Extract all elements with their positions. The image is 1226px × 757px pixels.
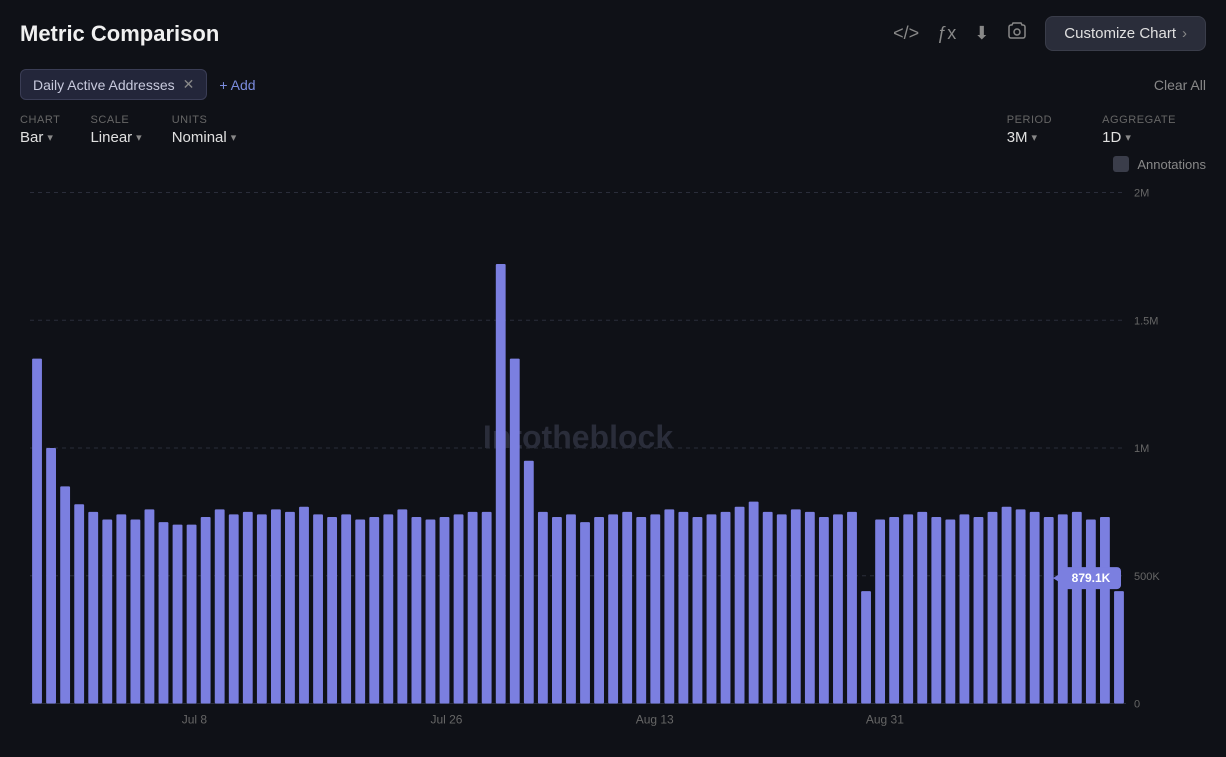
svg-text:500K: 500K — [1134, 571, 1160, 583]
svg-text:Jul 8: Jul 8 — [182, 713, 208, 727]
svg-text:Aug 13: Aug 13 — [636, 713, 674, 727]
period-control: PERIOD 3M ▾ — [1007, 114, 1052, 146]
svg-text:0: 0 — [1134, 699, 1140, 711]
bar-chart: 0500K1M1.5M2MIntotheblockJul 8Jul 26Aug … — [20, 180, 1206, 746]
aggregate-select[interactable]: 1D ▾ — [1102, 129, 1176, 146]
svg-text:1M: 1M — [1134, 443, 1149, 455]
chevron-down-icon: ▾ — [1125, 131, 1131, 144]
chart-type-label: CHART — [20, 114, 60, 126]
units-label: UNITS — [172, 114, 237, 126]
aggregate-label: AGGREGATE — [1102, 114, 1176, 126]
code-icon[interactable]: </> — [893, 23, 919, 44]
add-metric-button[interactable]: + Add — [219, 77, 255, 93]
annotations-checkbox[interactable] — [1113, 156, 1129, 172]
chart-area: 0500K1M1.5M2MIntotheblockJul 8Jul 26Aug … — [20, 180, 1206, 746]
metrics-left: Daily Active Addresses ✕ + Add — [20, 69, 256, 100]
chevron-right-icon: › — [1182, 25, 1187, 42]
chart-type-select[interactable]: Bar ▾ — [20, 129, 60, 146]
svg-text:879.1K: 879.1K — [1072, 571, 1111, 585]
annotations-row: Annotations — [20, 156, 1206, 172]
scale-control: SCALE Linear ▾ — [90, 114, 141, 146]
function-icon[interactable]: ƒx — [937, 23, 956, 44]
header-actions: </> ƒx ⬇ Customize Chart › — [893, 16, 1206, 51]
chevron-down-icon: ▾ — [47, 131, 53, 144]
camera-icon[interactable] — [1007, 21, 1027, 46]
chevron-down-icon: ▾ — [136, 131, 142, 144]
header: Metric Comparison </> ƒx ⬇ Customize Cha… — [20, 16, 1206, 51]
svg-text:Aug 31: Aug 31 — [866, 713, 904, 727]
scale-select[interactable]: Linear ▾ — [90, 129, 141, 146]
aggregate-control: AGGREGATE 1D ▾ — [1102, 114, 1176, 146]
svg-text:1.5M: 1.5M — [1134, 315, 1158, 327]
page-title: Metric Comparison — [20, 21, 219, 47]
metrics-bar: Daily Active Addresses ✕ + Add Clear All — [20, 69, 1206, 100]
chevron-down-icon: ▾ — [231, 131, 237, 144]
svg-text:2M: 2M — [1134, 188, 1149, 200]
period-label: PERIOD — [1007, 114, 1052, 126]
metric-tag-close-icon[interactable]: ✕ — [183, 76, 195, 93]
chart-type-control: CHART Bar ▾ — [20, 114, 60, 146]
metric-tag-label: Daily Active Addresses — [33, 77, 175, 93]
units-control: UNITS Nominal ▾ — [172, 114, 237, 146]
clear-all-button[interactable]: Clear All — [1154, 77, 1206, 93]
svg-text:Jul 26: Jul 26 — [430, 713, 462, 727]
chart-svg-container: 0500K1M1.5M2MIntotheblockJul 8Jul 26Aug … — [20, 180, 1206, 746]
annotations-label: Annotations — [1137, 157, 1206, 172]
scale-label: SCALE — [90, 114, 141, 126]
chevron-down-icon: ▾ — [1032, 131, 1038, 144]
controls-bar: CHART Bar ▾ SCALE Linear ▾ UNITS Nominal… — [20, 114, 1206, 146]
customize-chart-button[interactable]: Customize Chart › — [1045, 16, 1206, 51]
metric-tag: Daily Active Addresses ✕ — [20, 69, 207, 100]
download-icon[interactable]: ⬇ — [974, 23, 989, 44]
period-select[interactable]: 3M ▾ — [1007, 129, 1052, 146]
controls-right: PERIOD 3M ▾ AGGREGATE 1D ▾ — [1007, 114, 1206, 146]
units-select[interactable]: Nominal ▾ — [172, 129, 237, 146]
